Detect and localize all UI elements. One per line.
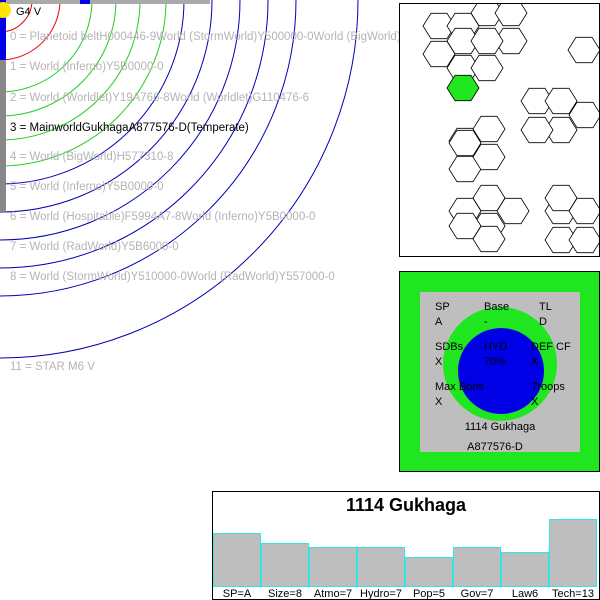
profile-bar-3	[357, 547, 405, 587]
hex-sector-panel	[399, 3, 600, 257]
orbit-map-top-strip-highlight	[80, 0, 90, 4]
orbit-label-4[interactable]: 4 = World (BigWorld)H577310-8	[10, 150, 174, 164]
orbit-label-6[interactable]: 6 = World (Hospitable)F5994A7-8World (In…	[10, 210, 315, 224]
profile-bar-2	[309, 547, 357, 587]
uwp-profile-panel: 1114 Gukhaga SP=A Size=8 Atmo=7 Hydro=7 Pop=…	[212, 491, 600, 600]
profile-bar-6	[501, 552, 549, 587]
base-value: -	[484, 316, 488, 328]
tl-label: TL	[539, 301, 552, 313]
profile-bar-7	[549, 519, 597, 587]
sdbs-label: SDBs	[435, 341, 464, 353]
world-name: 1114 Gukhaga	[464, 421, 536, 433]
orbit-label-7[interactable]: 7 = World (RadWorld)Y5B6000-0	[10, 240, 179, 254]
def-cf-label: DEF CF	[531, 341, 571, 353]
hex-cell[interactable]	[568, 226, 600, 254]
primary-star-label: G4 V	[16, 6, 42, 18]
hex-cell[interactable]	[494, 4, 528, 27]
world-card: SP A Base - TL D SDBs X HYD 70% DEF CF X…	[399, 271, 600, 472]
hex-cell[interactable]	[520, 116, 554, 144]
world-card-inner: SP A Base - TL D SDBs X HYD 70% DEF CF X…	[420, 292, 580, 453]
orbit-label-2[interactable]: 2 = World (Worldlet)Y19A766-8World (Worl…	[10, 91, 309, 105]
orbit-label-3[interactable]: 3 = MainworldGukhagaA877576-D(Temperate)	[10, 121, 249, 135]
troops-label: Troops	[531, 381, 565, 393]
profile-bar-label-0: SP=A	[222, 588, 252, 600]
tl-value: D	[539, 316, 547, 328]
hex-cell[interactable]	[470, 54, 504, 82]
orbit-ring-5	[0, 0, 167, 167]
sdbs-value: X	[435, 356, 443, 368]
orbit-label-5[interactable]: 5 = World (Inferno)Y5B0000-0	[10, 180, 164, 194]
hex-cell[interactable]	[567, 36, 600, 64]
orbit-ring-11	[0, 0, 359, 359]
orbit-label-0[interactable]: 0 = Planetoid beltH000446-9World (StormW…	[10, 30, 458, 44]
profile-bar-5	[453, 547, 501, 587]
hex-grid	[422, 4, 600, 254]
profile-title: 1114 Gukhaga	[345, 495, 467, 515]
max-bons-label: Max Bons	[435, 381, 484, 393]
profile-bar-label-5: Gov=7	[460, 588, 494, 600]
orbit-map-top-strip	[0, 0, 210, 4]
hex-cell-current-world[interactable]	[446, 74, 480, 102]
orbit-label-1[interactable]: 1 = World (Inferno)Y5B0000-0	[10, 60, 164, 74]
profile-bar-0	[213, 533, 261, 587]
profile-bar-label-4: Pop=5	[412, 588, 446, 600]
profile-bar-label-1: Size=8	[268, 588, 302, 600]
sp-label: SP	[435, 301, 450, 313]
hex-cell[interactable]	[470, 27, 504, 55]
orbit-label-8[interactable]: 8 = World (StormWorld)Y510000-0World (Ra…	[10, 270, 335, 284]
profile-bar-label-3: Hydro=7	[360, 588, 402, 600]
hyd-value: 70%	[484, 356, 507, 368]
max-bons-value: X	[435, 396, 443, 408]
def-cf-value: X	[531, 356, 539, 368]
profile-bar-1	[261, 543, 309, 587]
profile-bar-label-7: Tech=13	[552, 588, 594, 600]
profile-bar-label-6: Law6	[511, 588, 539, 600]
profile-bar-4	[405, 557, 453, 587]
world-uwp: A877576-D	[467, 441, 523, 453]
primary-star-icon	[0, 2, 11, 18]
troops-value: X	[531, 396, 539, 408]
orbit-ring-2	[0, 0, 93, 93]
base-label: Base	[484, 301, 510, 313]
orbit-label-9[interactable]: 11 = STAR M6 V	[10, 360, 95, 374]
sp-value: A	[435, 316, 443, 328]
profile-bar-label-2: Atmo=7	[313, 588, 353, 600]
hyd-label: HYD	[484, 341, 508, 353]
